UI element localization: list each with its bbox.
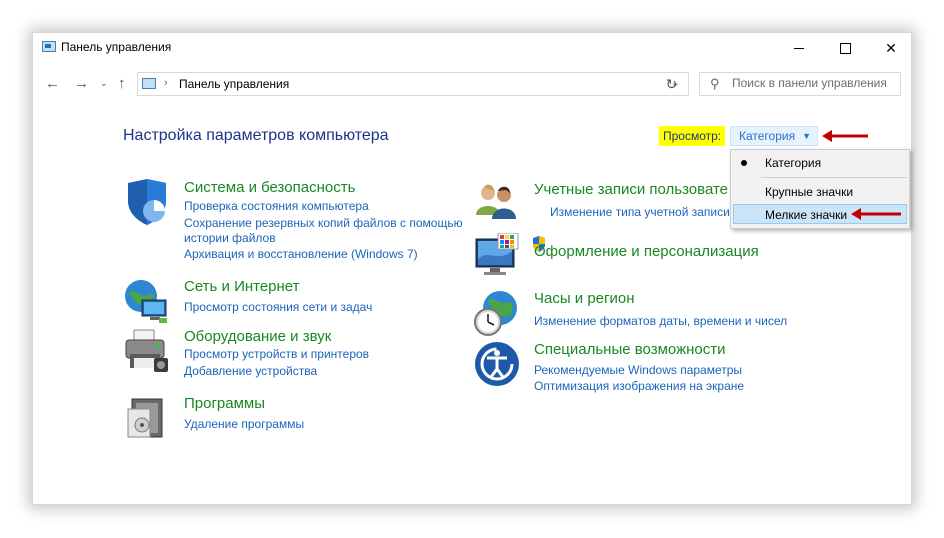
back-button[interactable]: ← <box>45 75 60 92</box>
window-title: Панель управления <box>61 40 172 54</box>
red-arrow-icon <box>851 208 901 220</box>
close-icon: ✕ <box>885 39 897 56</box>
control-panel-icon <box>142 78 156 89</box>
control-panel-window: Панель управления ✕ ← → ⌄ ↑ › Панель упр… <box>32 32 912 505</box>
task-link[interactable]: Добавление устройства <box>184 364 317 378</box>
category-title[interactable]: Оборудование и звук <box>184 328 331 345</box>
task-link[interactable]: Просмотр состояния сети и задач <box>184 300 372 314</box>
accessibility-icon <box>475 342 519 386</box>
clock-globe-icon <box>474 291 517 336</box>
menu-item-large-icons[interactable]: Крупные значки <box>733 182 907 202</box>
forward-button[interactable]: → <box>74 75 89 92</box>
breadcrumb-path[interactable]: Панель управления <box>179 77 289 91</box>
category-title[interactable]: Сеть и Интернет <box>184 278 300 295</box>
menu-separator <box>761 177 907 178</box>
red-arrow-icon <box>822 130 868 142</box>
printer-icon <box>125 329 168 372</box>
task-link[interactable]: Сохранение резервных копий файлов с помо… <box>184 216 463 230</box>
task-link[interactable]: Просмотр устройств и принтеров <box>184 347 369 361</box>
refresh-button[interactable]: ↻ <box>655 72 689 96</box>
category-title[interactable]: Программы <box>184 395 265 412</box>
search-input[interactable] <box>732 76 897 90</box>
recent-locations-button[interactable]: ⌄ <box>100 78 108 89</box>
shield-icon <box>128 179 166 225</box>
control-panel-icon <box>42 41 56 52</box>
task-link[interactable]: Проверка состояния компьютера <box>184 199 369 213</box>
category-title[interactable]: Специальные возможности <box>534 341 726 358</box>
caret-down-icon: ▼ <box>802 131 811 141</box>
menu-item-category[interactable]: Категория <box>733 153 907 173</box>
page-title: Настройка параметров компьютера <box>123 127 389 144</box>
minimize-icon <box>794 47 804 49</box>
category-title[interactable]: Система и безопасность <box>184 179 355 196</box>
view-by-label: Просмотр: <box>659 126 726 146</box>
up-button[interactable]: ↑ <box>118 75 126 92</box>
minimize-button[interactable] <box>776 33 822 63</box>
title-bar: Панель управления ✕ <box>33 33 911 63</box>
programs-icon <box>127 398 163 438</box>
monitor-palette-icon <box>475 233 519 275</box>
navigation-bar: ← → ⌄ ↑ › Панель управления ⌄ ↻ ⚲ <box>33 67 911 99</box>
view-by-dropdown[interactable]: Категория ▼ <box>730 126 818 146</box>
view-by-selected: Категория <box>739 129 796 143</box>
task-link[interactable]: Рекомендуемые Windows параметры <box>534 363 742 377</box>
task-link[interactable]: истории файлов <box>184 231 276 245</box>
task-link[interactable]: Оптимизация изображения на экране <box>534 379 744 393</box>
selected-bullet-icon <box>741 160 747 166</box>
category-title[interactable]: Учетные записи пользовате <box>534 181 728 198</box>
task-link[interactable]: Архивация и восстановление (Windows 7) <box>184 247 418 261</box>
task-link[interactable]: Изменение форматов даты, времени и чисел <box>534 314 787 328</box>
refresh-icon: ↻ <box>665 76 678 92</box>
breadcrumb-chevron-icon[interactable]: › <box>164 77 168 89</box>
address-bar[interactable]: › Панель управления ⌄ <box>137 72 689 96</box>
maximize-button[interactable] <box>822 33 868 63</box>
search-box[interactable]: ⚲ <box>699 72 901 96</box>
task-link[interactable]: Удаление программы <box>184 417 304 431</box>
search-icon: ⚲ <box>710 76 720 91</box>
close-button[interactable]: ✕ <box>868 33 914 63</box>
maximize-icon <box>839 42 851 54</box>
network-globe-icon <box>125 280 167 323</box>
category-title[interactable]: Часы и регион <box>534 290 635 307</box>
users-icon <box>476 184 516 219</box>
task-link[interactable]: Изменение типа учетной записи <box>550 205 730 219</box>
category-title[interactable]: Оформление и персонализация <box>534 243 759 260</box>
